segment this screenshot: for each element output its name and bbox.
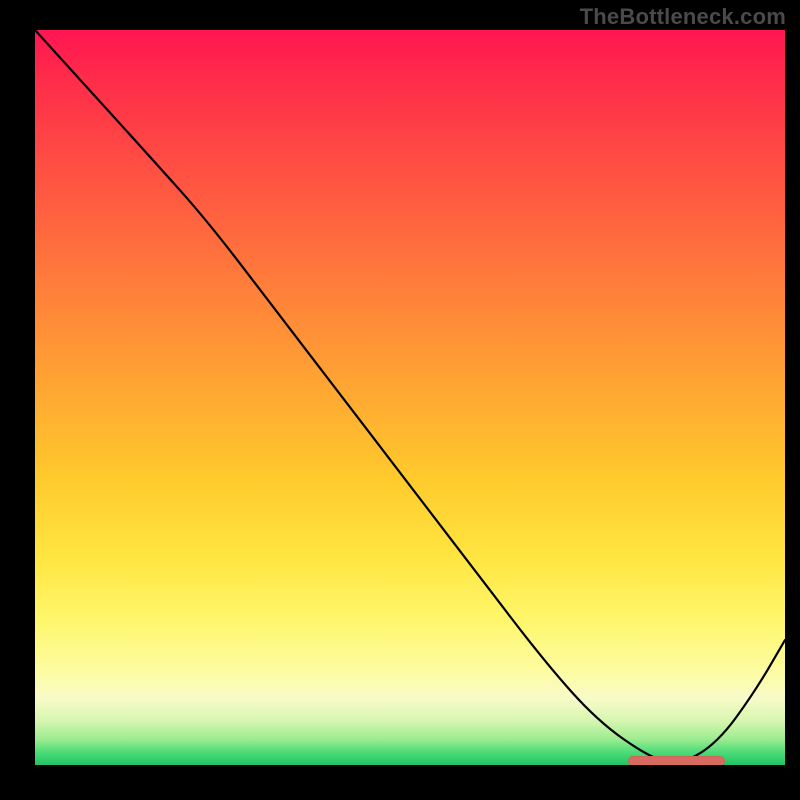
chart-frame: TheBottleneck.com bbox=[0, 0, 800, 800]
bottleneck-curve bbox=[35, 30, 785, 765]
optimal-range-marker bbox=[628, 756, 726, 765]
watermark-text: TheBottleneck.com bbox=[580, 4, 786, 30]
plot-area bbox=[35, 30, 785, 765]
